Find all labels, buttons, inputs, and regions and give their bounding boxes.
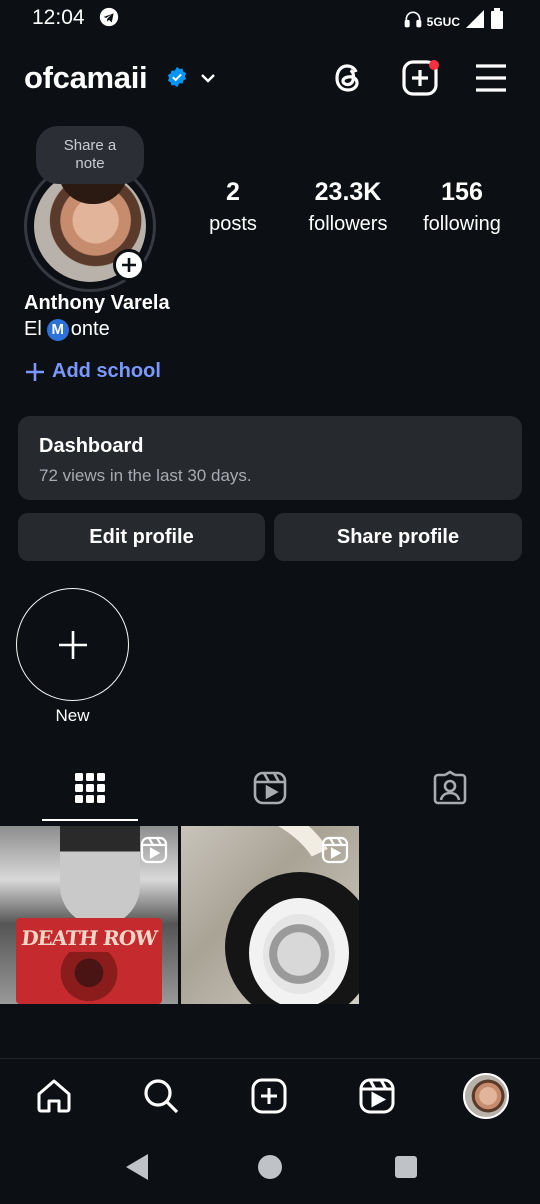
post-photo-face: [60, 826, 140, 926]
nav-home[interactable]: [32, 1074, 76, 1118]
posts-count: 2: [226, 178, 240, 206]
followers-count: 23.3K: [314, 178, 382, 206]
status-time: 12:04: [32, 6, 85, 29]
reels-icon: [140, 836, 168, 869]
full-name: Anthony Varela: [24, 292, 170, 314]
nav-search[interactable]: [139, 1074, 183, 1118]
status-icons: 5GUC: [403, 8, 504, 35]
new-highlight-button[interactable]: [16, 588, 129, 701]
post-photo-graphic: [54, 952, 124, 1004]
home-icon: [37, 1079, 71, 1113]
profile-header: ofcamaii: [0, 52, 540, 104]
create-icon[interactable]: [400, 58, 440, 103]
posts-label: posts: [209, 213, 257, 235]
tab-reels[interactable]: [246, 768, 294, 808]
post-photo-hubcap: [263, 914, 335, 994]
followers-label: followers: [308, 213, 388, 235]
status-bar: 12:04 5GUC: [0, 0, 540, 40]
professional-dashboard[interactable]: Dashboard 72 views in the last 30 days.: [18, 416, 522, 500]
reels-icon: [253, 771, 287, 805]
nav-reels[interactable]: [355, 1074, 399, 1118]
add-school-link[interactable]: Add school: [24, 360, 161, 383]
active-tab-indicator: [42, 819, 138, 821]
bio-suffix: onte: [70, 318, 110, 340]
following-label: following: [423, 213, 501, 235]
reels-icon: [359, 1078, 395, 1114]
dashboard-subtitle: 72 views in the last 30 days.: [39, 466, 252, 485]
system-recents-icon[interactable]: [394, 1152, 418, 1187]
bio: El M onte: [24, 318, 110, 341]
share-note-bubble[interactable]: Share a note: [36, 126, 144, 184]
post-thumbnail[interactable]: [181, 826, 359, 1004]
reels-icon: [321, 836, 349, 869]
tab-tagged[interactable]: [426, 768, 474, 808]
plus-icon: [122, 258, 136, 272]
battery-icon: [490, 8, 504, 35]
search-icon: [144, 1079, 179, 1114]
grid-icon: [75, 773, 105, 803]
plus-icon: [58, 630, 87, 659]
share-profile-button[interactable]: Share profile: [274, 513, 522, 561]
add-school-label: Add school: [52, 360, 161, 382]
system-back-icon[interactable]: [124, 1152, 150, 1187]
signal-icon: [464, 9, 486, 34]
stat-followers[interactable]: 23.3K followers: [298, 178, 398, 236]
headphones-icon: [403, 9, 423, 34]
system-home-icon[interactable]: [256, 1152, 284, 1187]
post-shirt-text: DEATH ROW: [20, 926, 158, 950]
tab-grid[interactable]: [66, 768, 114, 808]
plus-icon: [26, 362, 44, 381]
bottom-nav-divider: [0, 1058, 540, 1059]
verified-badge-icon: [166, 66, 188, 93]
post-thumbnail[interactable]: DEATH ROW: [0, 826, 178, 1004]
username-switcher[interactable]: ofcamaii: [24, 60, 148, 96]
edit-profile-button[interactable]: Edit profile: [18, 513, 265, 561]
following-count: 156: [441, 178, 483, 206]
add-story-button[interactable]: [113, 249, 145, 281]
new-highlight-label: New: [55, 706, 90, 725]
telegram-icon: [98, 6, 120, 33]
stat-posts[interactable]: 2 posts: [193, 178, 273, 236]
note-label: Share a note: [63, 137, 117, 172]
threads-icon[interactable]: [328, 58, 368, 103]
menu-icon[interactable]: [474, 60, 508, 101]
create-icon: [251, 1078, 287, 1114]
stat-following[interactable]: 156 following: [412, 178, 512, 236]
tagged-icon: [433, 770, 467, 805]
notification-dot: [429, 60, 439, 70]
dashboard-title: Dashboard: [39, 435, 144, 457]
chevron-down-icon[interactable]: [198, 68, 218, 93]
network-type: 5GUC: [426, 14, 460, 29]
nav-create[interactable]: [247, 1074, 291, 1118]
bio-prefix: El: [24, 318, 42, 340]
nav-profile-avatar[interactable]: [463, 1073, 509, 1119]
m-emoji-icon: M: [46, 318, 69, 341]
